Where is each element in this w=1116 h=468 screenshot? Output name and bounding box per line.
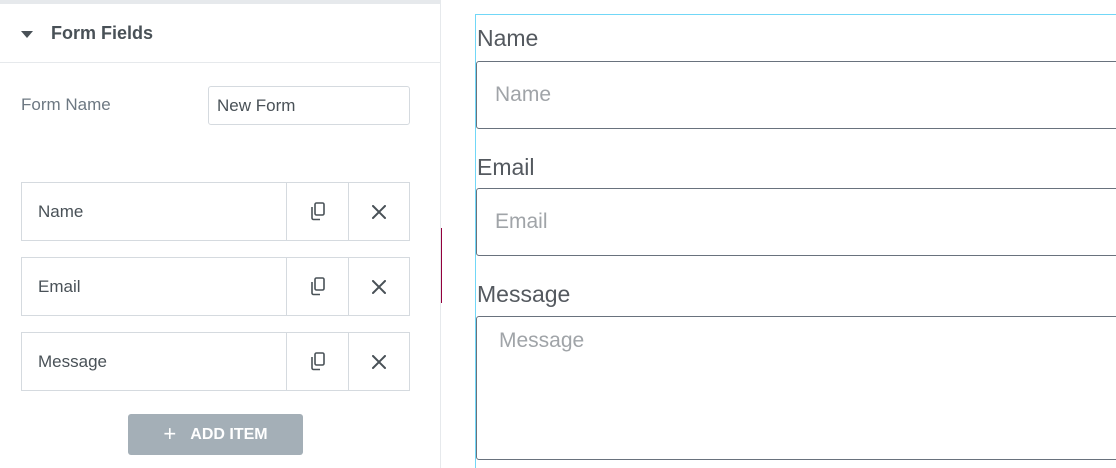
settings-panel: Form Fields Form Name Name Email — [0, 0, 441, 468]
name-input[interactable] — [476, 61, 1116, 129]
duplicate-button[interactable] — [287, 183, 348, 240]
add-item-label: ADD ITEM — [190, 425, 268, 443]
name-field-label: Name — [477, 25, 539, 51]
section-title: Form Fields — [51, 23, 154, 43]
duplicate-icon — [310, 277, 325, 296]
remove-button[interactable] — [348, 183, 409, 240]
add-item-button[interactable]: + ADD ITEM — [128, 414, 303, 455]
form-name-input[interactable] — [208, 86, 410, 125]
close-icon — [372, 279, 386, 294]
plus-icon: + — [163, 420, 177, 446]
remove-button[interactable] — [348, 258, 409, 315]
email-input[interactable] — [476, 188, 1116, 256]
close-icon — [372, 204, 386, 219]
close-icon — [372, 354, 386, 369]
duplicate-button[interactable] — [287, 258, 348, 315]
repeater-row-title[interactable]: Message — [22, 333, 287, 390]
email-field-label: Email — [477, 154, 535, 180]
repeater-row-name: Name — [21, 182, 410, 241]
duplicate-button[interactable] — [287, 333, 348, 390]
duplicate-icon — [310, 202, 325, 221]
repeater-row-email: Email — [21, 257, 410, 316]
message-textarea[interactable] — [476, 316, 1116, 460]
caret-down-icon — [21, 31, 33, 38]
form-name-label: Form Name — [21, 95, 111, 114]
repeater-row-title[interactable]: Name — [22, 183, 287, 240]
form-fields-section-header[interactable]: Form Fields — [0, 4, 440, 63]
message-field-label: Message — [477, 281, 571, 307]
repeater-row-title[interactable]: Email — [22, 258, 287, 315]
remove-button[interactable] — [348, 333, 409, 390]
repeater-row-message: Message — [21, 332, 410, 391]
duplicate-icon — [310, 352, 325, 371]
